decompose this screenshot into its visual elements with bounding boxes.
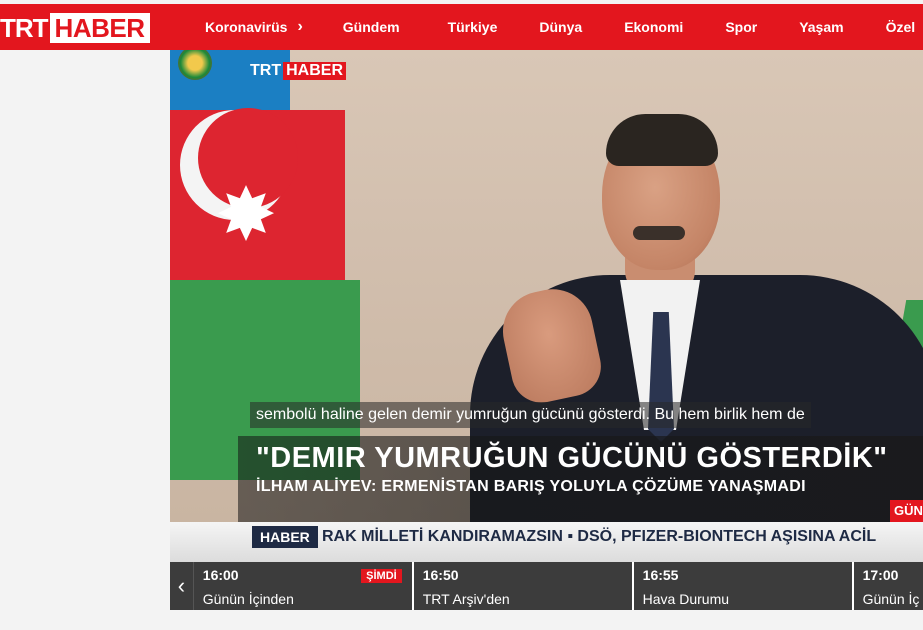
main-nav: Koronavirüs › Gündem Türkiye Dünya Ekono…: [205, 4, 915, 50]
trt-haber-logo[interactable]: TRT HABER: [0, 13, 150, 43]
schedule-time: 17:00: [862, 567, 899, 583]
nav-item-turkiye[interactable]: Türkiye: [448, 19, 498, 35]
nav-item-koronavirus[interactable]: Koronavirüs: [205, 19, 287, 35]
corner-program-tag: GÜN: [890, 500, 923, 522]
nav-item-gundem[interactable]: Gündem: [343, 19, 400, 35]
logo-haber-text: HABER: [49, 13, 150, 43]
lower-third-subheadline: İLHAM ALİYEV: ERMENİSTAN BARIŞ YOLUYLA Ç…: [256, 478, 806, 495]
lower-third-headline: "DEMIR YUMRUĞUN GÜCÜNÜ GÖSTERDİK": [256, 442, 888, 474]
nav-item-dunya[interactable]: Dünya: [539, 19, 582, 35]
nav-item-ozel[interactable]: Özel: [886, 19, 916, 35]
speaker-mustache: [633, 226, 685, 240]
ticker-text: RAK MİLLETİ KANDIRAMAZSIN ▪ DSÖ, PFIZER-…: [322, 528, 877, 545]
watermark-haber: HABER: [283, 62, 346, 80]
schedule-title: Hava Durumu: [642, 591, 730, 607]
schedule-item[interactable]: 16:50 TRT Arşiv'den: [414, 562, 634, 610]
flag-star-icon: ✸: [215, 173, 278, 256]
nav-item-ekonomi[interactable]: Ekonomi: [624, 19, 683, 35]
video-subtitle: sembolü haline gelen demir yumruğun gücü…: [250, 402, 811, 428]
nav-item-yasam[interactable]: Yaşam: [799, 19, 843, 35]
live-video-player[interactable]: ✸ TRT HABER sembolü haline gelen demir y…: [170, 50, 923, 522]
schedule-title: Günün İç: [862, 591, 920, 607]
news-ticker: HABER RAK MİLLETİ KANDIRAMAZSIN ▪ DSÖ, P…: [170, 522, 923, 562]
schedule-item[interactable]: 16:55 Hava Durumu: [634, 562, 854, 610]
chevron-left-icon[interactable]: ‹: [170, 562, 194, 610]
schedule-time: 16:55: [642, 567, 679, 583]
schedule-item[interactable]: 16:00 ŞİMDİ Günün İçinden: [194, 562, 414, 610]
schedule-title: Günün İçinden: [202, 591, 294, 607]
logo-trt-text: TRT: [0, 12, 49, 43]
top-navigation-bar: TRT HABER Koronavirüs › Gündem Türkiye D…: [0, 4, 923, 50]
speaker-hair: [606, 114, 718, 166]
schedule-item[interactable]: 17:00 Günün İç: [854, 562, 923, 610]
nav-item-spor[interactable]: Spor: [725, 19, 757, 35]
schedule-time: 16:50: [422, 567, 459, 583]
live-now-badge: ŞİMDİ: [361, 569, 402, 583]
chevron-right-icon[interactable]: ›: [297, 18, 302, 36]
channel-watermark: TRT HABER: [250, 62, 346, 80]
broadcast-schedule: ‹ 16:00 ŞİMDİ Günün İçinden 16:50 TRT Ar…: [170, 562, 923, 610]
schedule-time: 16:00: [202, 567, 239, 583]
watermark-trt: TRT: [250, 62, 282, 79]
ticker-brand: HABER: [252, 526, 318, 548]
schedule-title: TRT Arşiv'den: [422, 591, 510, 607]
